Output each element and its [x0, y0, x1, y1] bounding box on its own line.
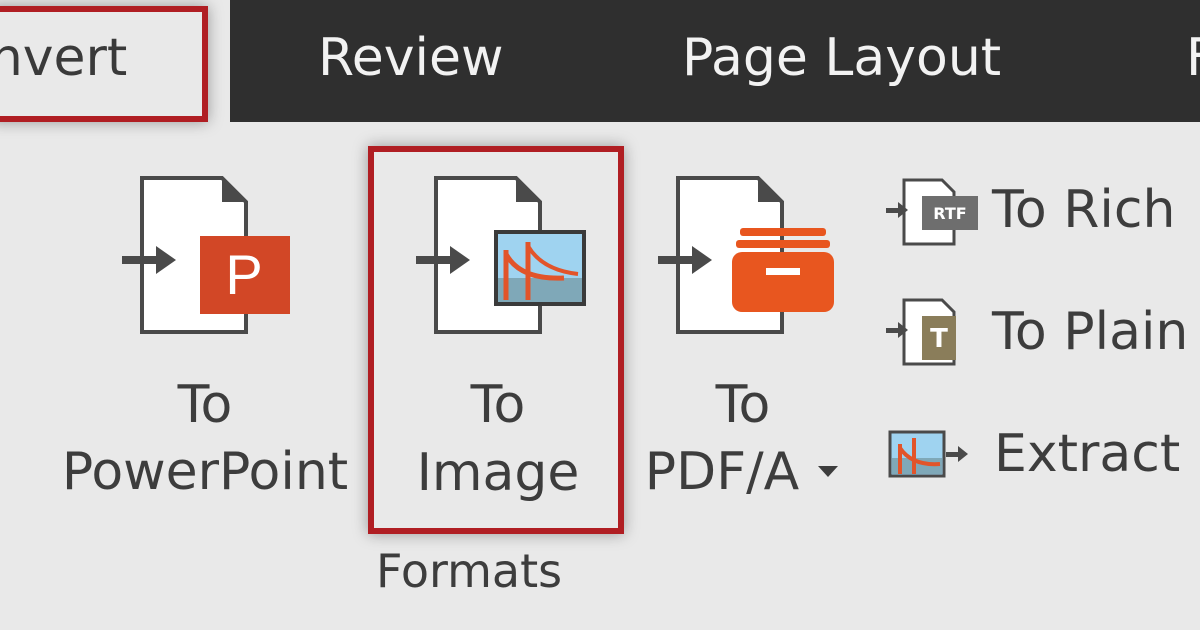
tab-page-layout[interactable]: Page Layout	[682, 28, 1001, 88]
highlight-to-image	[368, 146, 624, 534]
to-powerpoint-button[interactable]: P To PowerPoint	[40, 165, 370, 505]
tab-review[interactable]: Review	[318, 28, 504, 88]
to-pdfa-button[interactable]: To PDF/A	[628, 165, 858, 505]
to-rich-text-button[interactable]: RTF To Rich	[884, 174, 1200, 250]
dropdown-arrow-icon[interactable]	[816, 463, 840, 479]
to-powerpoint-label-line2: PowerPoint	[61, 442, 349, 502]
highlight-convert-tab	[0, 6, 208, 122]
to-plain-text-icon: T	[886, 298, 956, 366]
group-label-formats: Formats	[376, 544, 563, 598]
to-pdfa-label-line1: To	[715, 375, 771, 435]
tab-partial[interactable]: F	[1186, 28, 1200, 88]
extract-label: Extract	[994, 424, 1181, 484]
svg-text:P: P	[225, 243, 262, 306]
to-rich-text-icon: RTF	[886, 178, 978, 246]
to-plain-text-button[interactable]: T To Plain	[884, 294, 1200, 370]
to-rich-text-label: To Rich	[992, 180, 1176, 240]
to-powerpoint-label-line1: To	[177, 375, 233, 435]
extract-images-icon	[888, 430, 968, 478]
svg-text:T: T	[930, 324, 948, 354]
to-plain-text-label: To Plain	[992, 302, 1189, 362]
to-pdfa-label-line2: PDF/A	[644, 442, 800, 502]
to-powerpoint-icon: P	[122, 176, 290, 334]
svg-text:RTF: RTF	[933, 204, 966, 223]
to-pdfa-icon	[658, 176, 834, 334]
extract-button[interactable]: Extract	[884, 420, 1200, 496]
